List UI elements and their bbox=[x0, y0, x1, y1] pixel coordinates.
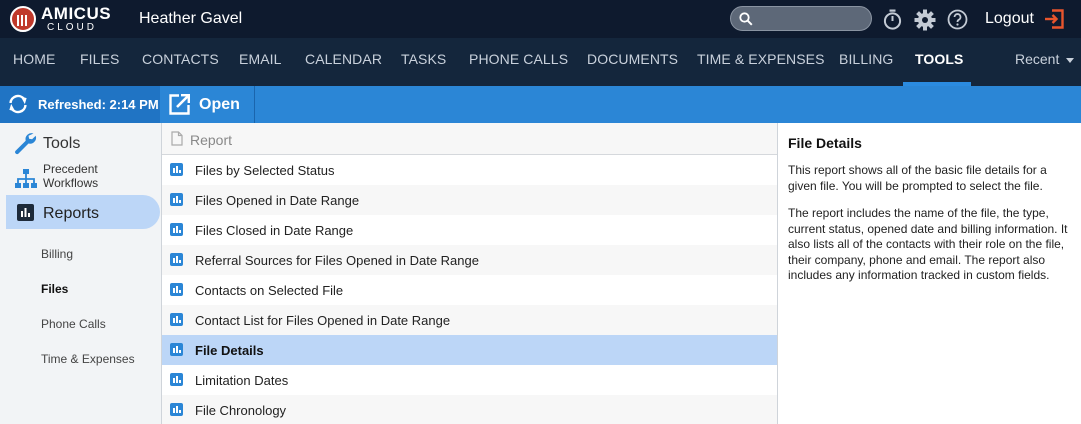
help-icon[interactable] bbox=[947, 9, 968, 30]
refresh-icon bbox=[9, 94, 27, 114]
report-row[interactable]: Contacts on Selected File bbox=[162, 275, 777, 305]
report-row-label: File Details bbox=[195, 343, 264, 358]
main-nav: HOME FILES CONTACTS EMAIL CALENDAR TASKS… bbox=[0, 38, 1081, 86]
report-row-selected[interactable]: File Details bbox=[162, 335, 777, 365]
logo-seal-icon bbox=[10, 6, 36, 32]
logo-name: AMICUS bbox=[41, 4, 112, 23]
logout-link[interactable]: Logout bbox=[985, 10, 1034, 28]
details-description: This report shows all of the basic file … bbox=[788, 163, 1047, 193]
nav-tools[interactable]: TOOLS bbox=[915, 51, 963, 67]
logo-sub: CLOUD bbox=[47, 22, 98, 33]
sidebar-item-label: Tools bbox=[43, 135, 81, 152]
user-name[interactable]: Heather Gavel bbox=[139, 10, 242, 28]
report-row-label: Files Closed in Date Range bbox=[195, 223, 354, 238]
report-row[interactable]: Limitation Dates bbox=[162, 365, 777, 395]
report-chart-icon bbox=[170, 373, 183, 386]
refresh-button[interactable]: Refreshed: 2:14 PM bbox=[0, 86, 160, 123]
sidebar: Tools Precedent Workflows Reports Billing… bbox=[0, 123, 161, 424]
report-chart-icon bbox=[170, 253, 183, 266]
gear-icon[interactable] bbox=[914, 9, 936, 31]
details-description: The report includes the name of the file… bbox=[788, 206, 1068, 282]
sidebar-item-tools[interactable]: Tools bbox=[0, 123, 160, 163]
wrench-icon bbox=[15, 133, 37, 155]
nav-billing[interactable]: BILLING bbox=[839, 51, 893, 67]
nav-tasks[interactable]: TASKS bbox=[401, 51, 446, 67]
nav-documents[interactable]: DOCUMENTS bbox=[587, 51, 678, 67]
chevron-down-icon bbox=[1066, 57, 1075, 63]
amicus-logo[interactable]: AMICUS CLOUD bbox=[10, 4, 111, 34]
logout-icon[interactable] bbox=[1044, 9, 1064, 29]
sidebar-subitem-time-expenses[interactable]: Time & Expenses bbox=[41, 352, 135, 366]
report-row-label: Contacts on Selected File bbox=[195, 283, 344, 298]
refreshed-label: Refreshed: 2:14 PM bbox=[38, 97, 159, 112]
report-list: Report Files by Selected Status Files Op… bbox=[161, 123, 778, 424]
open-button[interactable]: Open bbox=[160, 86, 255, 123]
report-row-label: Contact List for Files Opened in Date Ra… bbox=[195, 313, 451, 328]
sidebar-subitem-files[interactable]: Files bbox=[41, 282, 68, 296]
sidebar-item-precedent-workflows[interactable]: Precedent Workflows bbox=[0, 162, 160, 195]
report-chart-icon bbox=[170, 313, 183, 326]
sidebar-item-reports[interactable]: Reports bbox=[6, 195, 160, 229]
sidebar-item-label: Precedent Workflows bbox=[43, 162, 98, 190]
report-chart-icon bbox=[170, 193, 183, 206]
document-icon bbox=[171, 131, 183, 146]
precedent-label-line1: Precedent bbox=[43, 162, 98, 176]
details-title: File Details bbox=[788, 135, 862, 151]
report-row[interactable]: Files Closed in Date Range bbox=[162, 215, 777, 245]
search-icon bbox=[739, 12, 753, 26]
report-row-label: Referral Sources for Files Opened in Dat… bbox=[195, 253, 479, 268]
report-row-label: File Chronology bbox=[195, 403, 287, 418]
report-chart-icon bbox=[170, 403, 183, 416]
recent-label: Recent bbox=[1015, 51, 1060, 67]
sidebar-subitem-phone-calls[interactable]: Phone Calls bbox=[41, 317, 106, 331]
precedent-label-line2: Workflows bbox=[43, 176, 99, 190]
top-bar: AMICUS CLOUD Heather Gavel Logout bbox=[0, 0, 1081, 38]
report-chart-icon bbox=[170, 163, 183, 176]
report-row-label: Files by Selected Status bbox=[195, 163, 335, 178]
report-chart-icon bbox=[170, 343, 183, 356]
nav-home[interactable]: HOME bbox=[13, 51, 55, 67]
action-bar: Refreshed: 2:14 PM Open bbox=[0, 86, 1081, 123]
workflow-icon bbox=[15, 169, 37, 188]
open-external-icon bbox=[169, 94, 190, 115]
report-row[interactable]: Files Opened in Date Range bbox=[162, 185, 777, 215]
report-chart-icon bbox=[170, 223, 183, 236]
nav-calendar[interactable]: CALENDAR bbox=[305, 51, 382, 67]
search-input[interactable] bbox=[730, 6, 872, 31]
nav-email[interactable]: EMAIL bbox=[239, 51, 282, 67]
report-header-label: Report bbox=[190, 132, 233, 148]
bar-chart-icon bbox=[17, 204, 34, 221]
nav-files[interactable]: FILES bbox=[80, 51, 119, 67]
sidebar-item-label: Reports bbox=[43, 205, 100, 222]
report-row[interactable]: Contact List for Files Opened in Date Ra… bbox=[162, 305, 777, 335]
report-row[interactable]: Referral Sources for Files Opened in Dat… bbox=[162, 245, 777, 275]
nav-phone-calls[interactable]: PHONE CALLS bbox=[469, 51, 568, 67]
report-chart-icon bbox=[170, 283, 183, 296]
report-details-panel: File Details This report shows all of th… bbox=[779, 123, 1081, 424]
report-row-label: Limitation Dates bbox=[195, 373, 289, 388]
nav-time-expenses[interactable]: TIME & EXPENSES bbox=[697, 51, 825, 67]
report-column-header[interactable]: Report bbox=[162, 123, 777, 155]
stopwatch-icon[interactable] bbox=[882, 9, 903, 30]
recent-dropdown[interactable]: Recent bbox=[1015, 51, 1075, 67]
report-row[interactable]: File Chronology bbox=[162, 395, 777, 424]
nav-contacts[interactable]: CONTACTS bbox=[142, 51, 219, 67]
report-row-label: Files Opened in Date Range bbox=[195, 193, 360, 208]
report-row[interactable]: Files by Selected Status bbox=[162, 155, 777, 185]
sidebar-subitem-billing[interactable]: Billing bbox=[41, 247, 73, 261]
open-label: Open bbox=[199, 96, 240, 113]
